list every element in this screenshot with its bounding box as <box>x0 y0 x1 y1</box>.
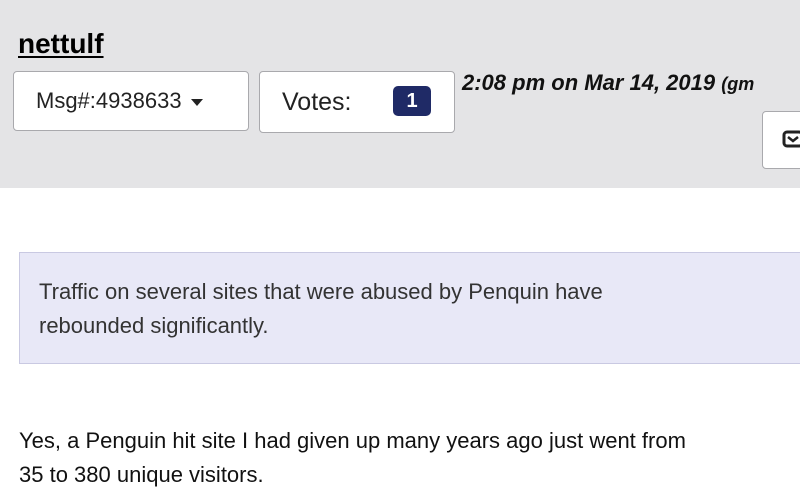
post-timestamp: 2:08 pm on Mar 14, 2019 (gm <box>462 70 754 96</box>
post-body: Yes, a Penguin hit site I had given up m… <box>19 424 800 492</box>
post-time: 2:08 pm on Mar 14, 2019 <box>462 70 716 95</box>
body-line: 35 to 380 unique visitors. <box>19 462 264 487</box>
body-line: Yes, a Penguin hit site I had given up m… <box>19 428 686 453</box>
quote-line: rebounded significantly. <box>39 313 269 338</box>
votes-button[interactable]: Votes: 1 <box>259 71 455 133</box>
votes-count-badge: 1 <box>393 86 431 116</box>
post-content: Traffic on several sites that were abuse… <box>0 188 800 492</box>
votes-label: Votes: <box>282 87 352 116</box>
username-link[interactable]: nettulf <box>18 28 104 60</box>
forum-post: nettulf Msg#:4938633 Votes: 1 2:08 pm on… <box>0 0 800 492</box>
message-number-dropdown[interactable]: Msg#:4938633 <box>13 71 249 131</box>
timezone-label: (gm <box>721 74 755 94</box>
message-action-button[interactable] <box>762 111 800 169</box>
post-header: nettulf Msg#:4938633 Votes: 1 2:08 pm on… <box>0 0 800 188</box>
message-number-label: Msg#:4938633 <box>36 88 182 113</box>
message-icon <box>782 130 800 148</box>
quote-line: Traffic on several sites that were abuse… <box>39 279 603 304</box>
chevron-down-icon <box>190 98 203 106</box>
quoted-text: Traffic on several sites that were abuse… <box>19 252 800 364</box>
